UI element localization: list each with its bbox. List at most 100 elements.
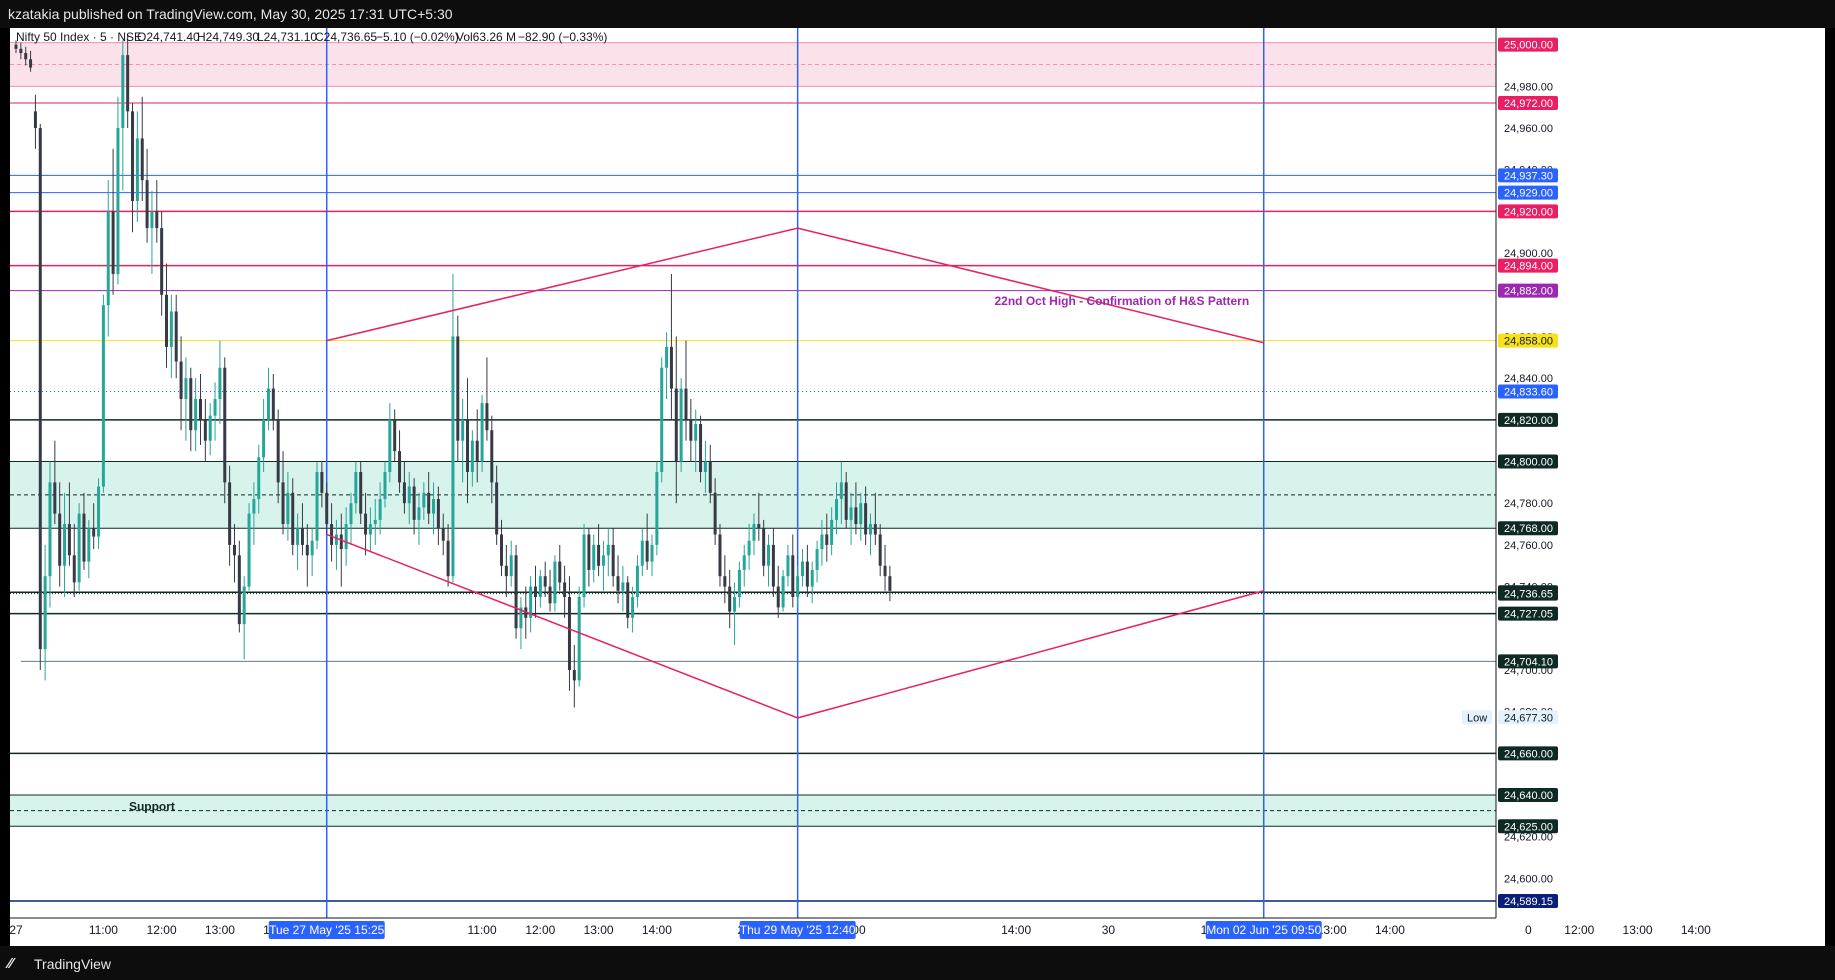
time-tick-label: 11:00 (89, 923, 118, 937)
candle-body (252, 499, 256, 514)
candle-body (446, 540, 450, 577)
price-tick-label: 24,960.00 (1504, 123, 1553, 135)
footer-bar: ⁄⁄ TradingView (0, 946, 1835, 980)
candle-body (572, 669, 576, 681)
candle-body (184, 378, 188, 400)
candle-body (262, 419, 266, 458)
candle-body (145, 180, 149, 229)
candles-layer (14, 34, 892, 708)
candle-body (87, 528, 91, 562)
date-label-text: Mon 02 Jun '25 09:50 (1206, 923, 1321, 937)
price-label-text: 24,937.30 (1504, 170, 1553, 182)
candle-body (601, 555, 605, 566)
candle-body (150, 211, 154, 229)
candle-body (577, 597, 581, 681)
time-tick-label: 14:00 (1375, 923, 1405, 937)
candle-body (271, 388, 275, 420)
candle-body (223, 367, 227, 483)
candle-body (111, 211, 115, 274)
candle-body (72, 555, 76, 583)
candle-body (131, 111, 135, 201)
candle-body (665, 346, 669, 368)
candle-body (650, 544, 654, 562)
candle-body (563, 582, 567, 598)
candle-body (514, 555, 518, 629)
candle-body (24, 53, 28, 60)
candle-body (509, 555, 513, 577)
candle-body (626, 582, 630, 618)
price-label-text: 24,704.10 (1504, 656, 1553, 668)
candle-body (820, 534, 824, 550)
candle-body (864, 503, 868, 535)
candle-body (228, 482, 232, 545)
time-axis[interactable]: 27 11:00 12:00 13:00 14:00 11:00 12:00 13:00 14:… (10, 917, 1711, 946)
published-header: kzatakia published on TradingView.com, M… (0, 0, 1835, 28)
time-tick-label: 30 (1102, 923, 1116, 937)
candle-body (504, 565, 508, 577)
candle-body (660, 367, 664, 472)
candle-body (373, 519, 377, 525)
candle-body (640, 540, 644, 566)
candle-body (393, 419, 397, 452)
time-tick-label: 13:00 (205, 923, 235, 937)
candle-body (203, 419, 207, 441)
candle-body (475, 440, 479, 462)
date-label-text: Thu 29 May '25 12:40 (740, 923, 856, 937)
candle-body (432, 499, 436, 514)
candle-body (339, 534, 343, 550)
candle-body (767, 544, 771, 566)
time-tick-label: 27 (10, 923, 23, 937)
candle-body (490, 430, 494, 483)
candle-body (752, 524, 756, 541)
candle-body (436, 499, 440, 529)
annotations-layer: 22nd Oct High - Confirmation of H&S Patt… (129, 294, 1249, 813)
candle-body (237, 555, 241, 625)
price-label-text: 24,858.00 (1504, 336, 1553, 348)
candle-body (38, 128, 42, 650)
candle-body (801, 561, 805, 577)
candle-body (587, 534, 591, 570)
candle-body (694, 424, 698, 441)
candle-body (805, 561, 809, 587)
price-label-text: 24,660.00 (1504, 748, 1553, 760)
zones-layer (10, 42, 1496, 827)
candle-body (116, 128, 120, 274)
candle-body (796, 576, 800, 598)
candle-body (699, 424, 703, 472)
price-label-text: 24,894.00 (1504, 261, 1553, 273)
candle-body (43, 576, 47, 650)
price-axis[interactable]: 24,980.0024,960.0024,940.0024,900.0024,8… (1462, 28, 1825, 946)
candle-body (606, 544, 610, 556)
candle-body (742, 555, 746, 570)
price-label-text: 24,929.00 (1504, 188, 1553, 200)
candle-body (208, 415, 212, 441)
candle-body (140, 138, 144, 181)
price-tick-label: 24,840.00 (1504, 373, 1553, 385)
candle-body (868, 524, 872, 535)
price-label-text: 25,000.00 (1504, 40, 1553, 52)
footer-brand[interactable]: TradingView (34, 956, 111, 972)
candle-body (48, 482, 52, 577)
candle-body (417, 507, 421, 520)
candle-body (669, 346, 673, 389)
candle-body (97, 486, 101, 537)
candle-body (218, 367, 222, 400)
legend-high: H24,749.30 (197, 30, 259, 44)
candle-body (286, 492, 290, 525)
candle-body (703, 461, 707, 472)
price-tick-label: 24,980.00 (1504, 81, 1553, 93)
candlestick-chart[interactable]: 22nd Oct High - Confirmation of H&S Patt… (10, 28, 1825, 946)
candle-body (305, 544, 309, 556)
candle-body (427, 492, 431, 514)
candle-body (791, 555, 795, 598)
price-label-text: 24,833.60 (1504, 387, 1553, 399)
time-tick-label: 12:00 (525, 923, 555, 937)
candle-body (315, 471, 319, 541)
candle-body (762, 528, 766, 566)
candle-body (325, 492, 329, 525)
price-tick-label: 24,780.00 (1504, 498, 1553, 510)
candle-body (67, 524, 71, 556)
candle-body (179, 361, 183, 400)
candle-body (354, 471, 358, 504)
tradingview-logo-icon[interactable]: ⁄⁄ (8, 955, 13, 972)
